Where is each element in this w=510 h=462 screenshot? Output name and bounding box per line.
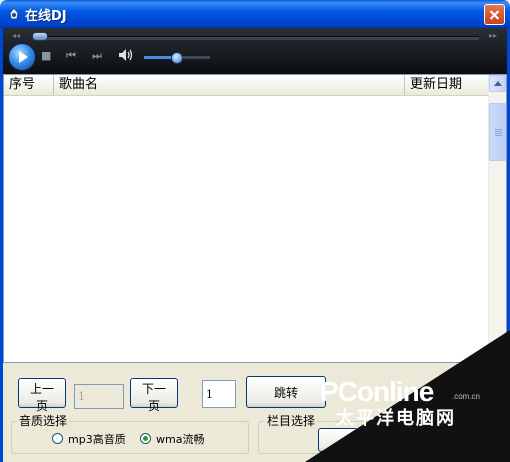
scroll-up-button[interactable] <box>489 75 506 92</box>
scroll-thumb[interactable] <box>489 103 506 161</box>
window-title: 在线DJ <box>25 9 67 24</box>
title-bar[interactable]: 在线DJ <box>0 0 510 28</box>
stop-icon[interactable]: ■ <box>41 50 51 61</box>
close-button[interactable] <box>484 4 505 25</box>
volume-slider-thumb[interactable] <box>171 52 183 64</box>
next-track-icon[interactable]: ⏭ <box>92 50 102 61</box>
fast-forward-indicator-icon: ▸▸ <box>488 31 497 40</box>
current-page-field <box>74 384 124 409</box>
volume-icon[interactable] <box>118 48 134 62</box>
rewind-indicator-icon: ◂◂ <box>12 31 21 40</box>
quality-group-title: 音质选择 <box>17 412 70 429</box>
app-icon <box>9 7 19 20</box>
next-page-button[interactable]: 下一页 <box>130 378 178 413</box>
wma-fluent-radio[interactable] <box>140 433 151 444</box>
prev-page-button[interactable]: 上一页 <box>18 378 66 413</box>
watermark-domain: .com.cn <box>452 392 481 401</box>
mp3-quality-radio[interactable] <box>52 433 63 444</box>
seek-bar[interactable] <box>35 36 479 40</box>
column-header-song-name[interactable]: 歌曲名 <box>54 75 405 95</box>
mp3-quality-label[interactable]: mp3高音质 <box>68 431 126 447</box>
jump-page-input[interactable] <box>202 380 236 408</box>
list-header: 序号 歌曲名 更新日期 <box>4 75 490 96</box>
seek-thumb[interactable] <box>32 32 48 41</box>
wma-fluent-label[interactable]: wma流畅 <box>156 431 204 447</box>
play-button[interactable] <box>8 43 36 71</box>
column-header-index[interactable]: 序号 <box>4 75 54 95</box>
column-header-update-date[interactable]: 更新日期 <box>405 75 490 95</box>
song-list[interactable]: 序号 歌曲名 更新日期 <box>3 74 507 363</box>
previous-track-icon[interactable]: ⏮ <box>66 50 76 61</box>
vertical-scrollbar[interactable] <box>488 75 506 362</box>
watermark-chinese: 太平洋电脑网 <box>336 408 456 429</box>
media-player-bar: ◂◂ ▸▸ ■ ⏮ ⏭ <box>3 28 507 74</box>
